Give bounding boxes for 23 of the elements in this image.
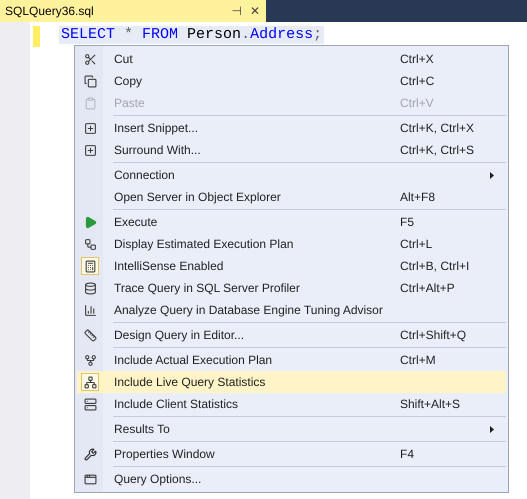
menu-item[interactable]: Cut Ctrl+X: [77, 48, 506, 70]
menu-item[interactable]: Surround With... Ctrl+K, Ctrl+S: [77, 139, 506, 161]
change-marker: [33, 26, 40, 47]
menu-item[interactable]: Connection: [77, 164, 506, 186]
menu-item[interactable]: Copy Ctrl+C: [77, 70, 506, 92]
menu-item[interactable]: Properties Window F4: [77, 443, 506, 465]
menu-item[interactable]: Include Live Query Statistics: [77, 371, 506, 393]
tab-title: SQLQuery36.sql: [5, 4, 95, 18]
menu-item[interactable]: Results To: [77, 418, 506, 440]
menu-item[interactable]: Analyze Query in Database Engine Tuning Advisor: [77, 299, 506, 321]
document-tab[interactable]: SQLQuery36.sql ⊣ ✕: [0, 0, 266, 22]
menu-item[interactable]: Execute F5: [77, 211, 506, 233]
menu-item[interactable]: Design Query in Editor... Ctrl+Shift+Q: [77, 324, 506, 346]
menu-item[interactable]: Trace Query in SQL Server Profiler Ctrl+Alt+P: [77, 277, 506, 299]
menu-item[interactable]: Include Actual Execution Plan Ctrl+M: [77, 349, 506, 371]
menu-item[interactable]: Open Server in Object Explorer Alt+F8: [77, 186, 506, 208]
menu-item[interactable]: Display Estimated Execution Plan Ctrl+L: [77, 233, 506, 255]
pin-button[interactable]: ⊣: [231, 4, 242, 18]
menu-item[interactable]: Query Options...: [77, 468, 506, 490]
close-button[interactable]: ✕: [250, 4, 260, 18]
menu-item[interactable]: Insert Snippet... Ctrl+K, Ctrl+X: [77, 117, 506, 139]
menu-item[interactable]: Include Client Statistics Shift+Alt+S: [77, 393, 506, 415]
menu-item[interactable]: IntelliSense Enabled Ctrl+B, Ctrl+I: [77, 255, 506, 277]
